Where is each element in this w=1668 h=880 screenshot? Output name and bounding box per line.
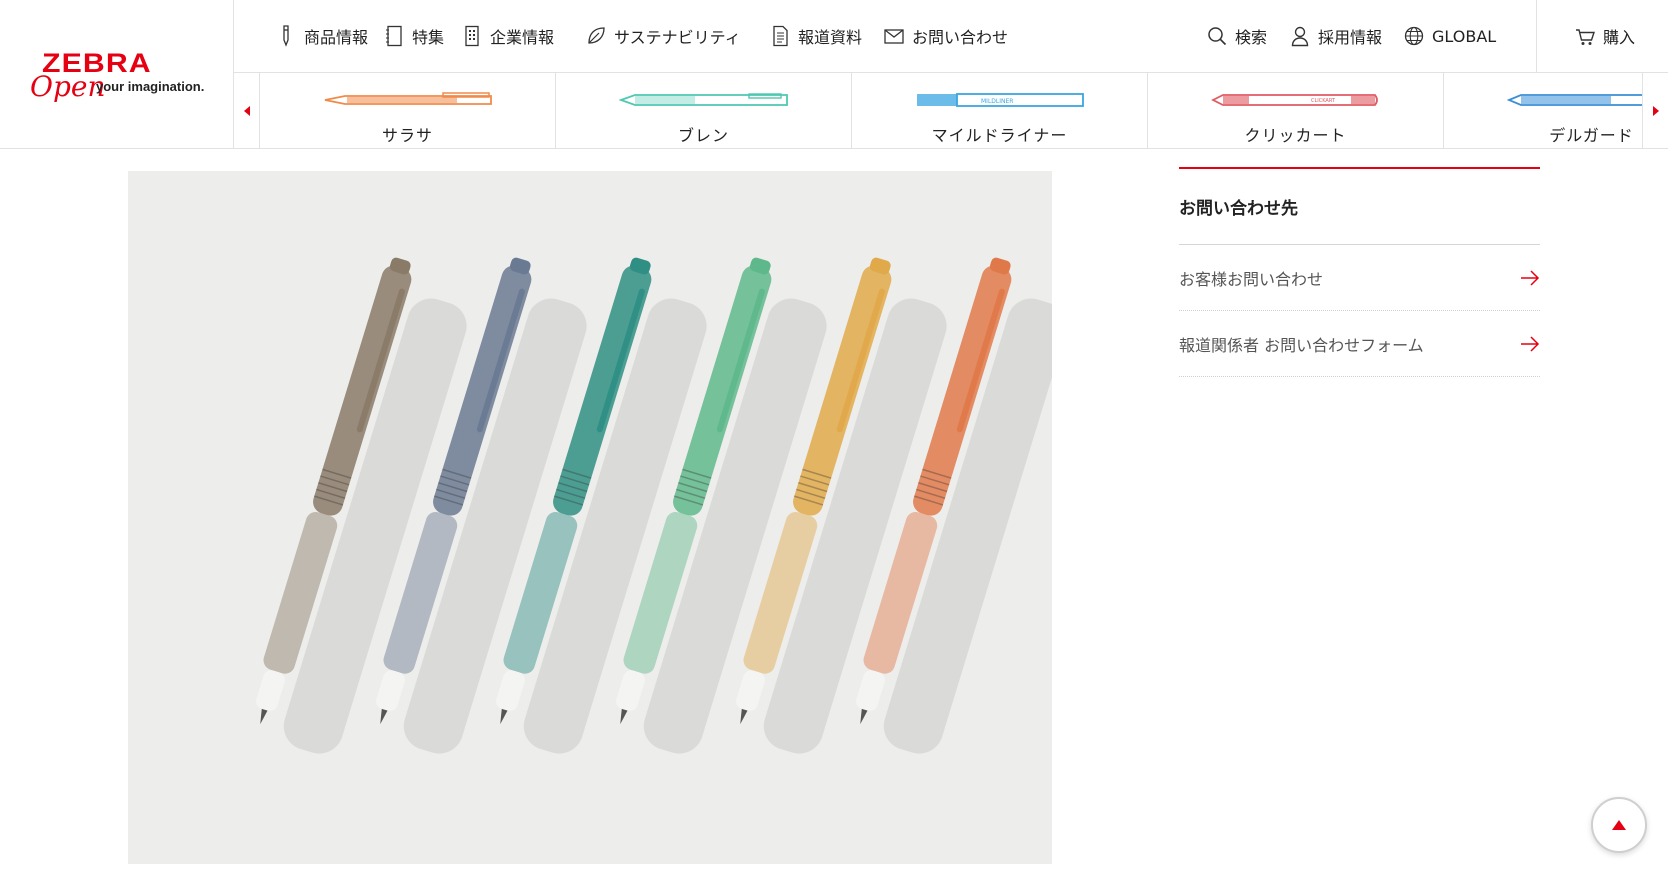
- nav-press[interactable]: 報道資料: [770, 22, 862, 50]
- nav-sustainability[interactable]: サステナビリティ: [586, 22, 741, 50]
- nav-buy-label: 購入: [1603, 28, 1636, 47]
- nav-contact[interactable]: お問い合わせ: [884, 22, 1008, 50]
- carousel-label: クリッカート: [1244, 126, 1347, 145]
- contact-sidebar: お問い合わせ先 お客様お問い合わせ 報道関係者 お問い合わせフォーム: [1179, 167, 1540, 377]
- logo-script: Open: [30, 70, 106, 103]
- arrow-right-icon: [1521, 335, 1540, 352]
- arrow-right-icon: [1521, 269, 1540, 286]
- nav-products-label: 商品情報: [304, 28, 369, 47]
- globe-icon: [1404, 26, 1424, 46]
- nav-features-label: 特集: [412, 28, 445, 47]
- nav-global-label: GLOBAL: [1432, 26, 1497, 46]
- document-icon: [773, 25, 788, 47]
- carousel-item-mildliner[interactable]: MILDLINER マイルドライナー: [852, 73, 1148, 148]
- nav-careers-label: 採用情報: [1318, 28, 1383, 47]
- nav-features[interactable]: 特集: [384, 22, 444, 50]
- svg-text:CLICKART: CLICKART: [1311, 98, 1336, 104]
- nav-buy[interactable]: 購入: [1575, 22, 1635, 50]
- nav-careers[interactable]: 採用情報: [1290, 22, 1382, 50]
- nav-search[interactable]: 検索: [1207, 22, 1267, 50]
- blen-pen-icon: [618, 93, 788, 106]
- carousel-item-blen[interactable]: ブレン: [556, 73, 852, 148]
- product-carousel: サラサ ブレン MILDLINER マイルドライナー CLICKART クリッカ…: [234, 73, 1668, 149]
- mildliner-marker-icon: MILDLINER: [916, 93, 1084, 107]
- nav-contact-label: お問い合わせ: [912, 28, 1009, 47]
- pens-illustration: [128, 171, 1052, 864]
- sidebar-accent-line: [1179, 167, 1540, 169]
- carousel-prev-button[interactable]: [234, 73, 260, 148]
- nav-products[interactable]: 商品情報: [276, 22, 368, 50]
- carousel-label: サラサ: [381, 126, 433, 145]
- clickart-pen-icon: CLICKART: [1210, 94, 1378, 106]
- sarasa-pen-icon: [324, 92, 492, 105]
- zebra-logo-link[interactable]: ZEBRA Open your imagination.: [0, 0, 234, 149]
- caret-right-icon: [1652, 106, 1659, 116]
- buy-area: 購入: [1536, 0, 1668, 73]
- carousel-next-button[interactable]: [1642, 73, 1668, 148]
- press-inquiry-label: 報道関係者 お問い合わせフォーム: [1179, 335, 1424, 355]
- nav-press-label: 報道資料: [798, 28, 863, 47]
- carousel-label: デルガード: [1549, 126, 1634, 145]
- logo-tagline: your imagination.: [96, 79, 205, 94]
- svg-text:MILDLINER: MILDLINER: [981, 98, 1013, 105]
- carousel-label: マイルドライナー: [931, 126, 1068, 145]
- carousel-item-clickart[interactable]: CLICKART クリッカート: [1148, 73, 1444, 148]
- nav-search-label: 検索: [1235, 28, 1268, 47]
- sidebar-heading: お問い合わせ先: [1179, 199, 1298, 219]
- customer-inquiry-link[interactable]: お客様お問い合わせ: [1179, 245, 1540, 311]
- notebook-icon: [386, 25, 402, 47]
- carousel-track: サラサ ブレン MILDLINER マイルドライナー CLICKART クリッカ…: [260, 73, 1668, 148]
- nav-company-label: 企業情報: [490, 28, 555, 47]
- caret-up-icon: [1612, 820, 1626, 830]
- caret-left-icon: [243, 106, 250, 116]
- carousel-label: ブレン: [677, 126, 729, 145]
- carousel-item-delguard[interactable]: デルガード: [1444, 73, 1668, 148]
- cart-icon: [1576, 29, 1595, 45]
- building-icon: [465, 25, 479, 47]
- product-hero-image: [128, 171, 1052, 864]
- person-icon: [1291, 26, 1309, 47]
- global-navigation: 商品情報 特集 企業情報 サステナビリティ 報道資料 お問い合わせ 検索 採用情…: [234, 0, 1668, 73]
- press-inquiry-link[interactable]: 報道関係者 お問い合わせフォーム: [1179, 311, 1540, 377]
- customer-inquiry-label: お客様お問い合わせ: [1179, 269, 1324, 289]
- pen-icon: [283, 25, 289, 47]
- back-to-top-button[interactable]: [1591, 797, 1647, 853]
- nav-company[interactable]: 企業情報: [462, 22, 554, 50]
- carousel-item-sarasa[interactable]: サラサ: [260, 73, 556, 148]
- nav-global[interactable]: GLOBAL: [1404, 22, 1496, 50]
- search-icon: [1208, 27, 1227, 46]
- mail-icon: [884, 29, 904, 44]
- leaf-icon: [588, 27, 605, 44]
- nav-sustainability-label: サステナビリティ: [614, 28, 741, 47]
